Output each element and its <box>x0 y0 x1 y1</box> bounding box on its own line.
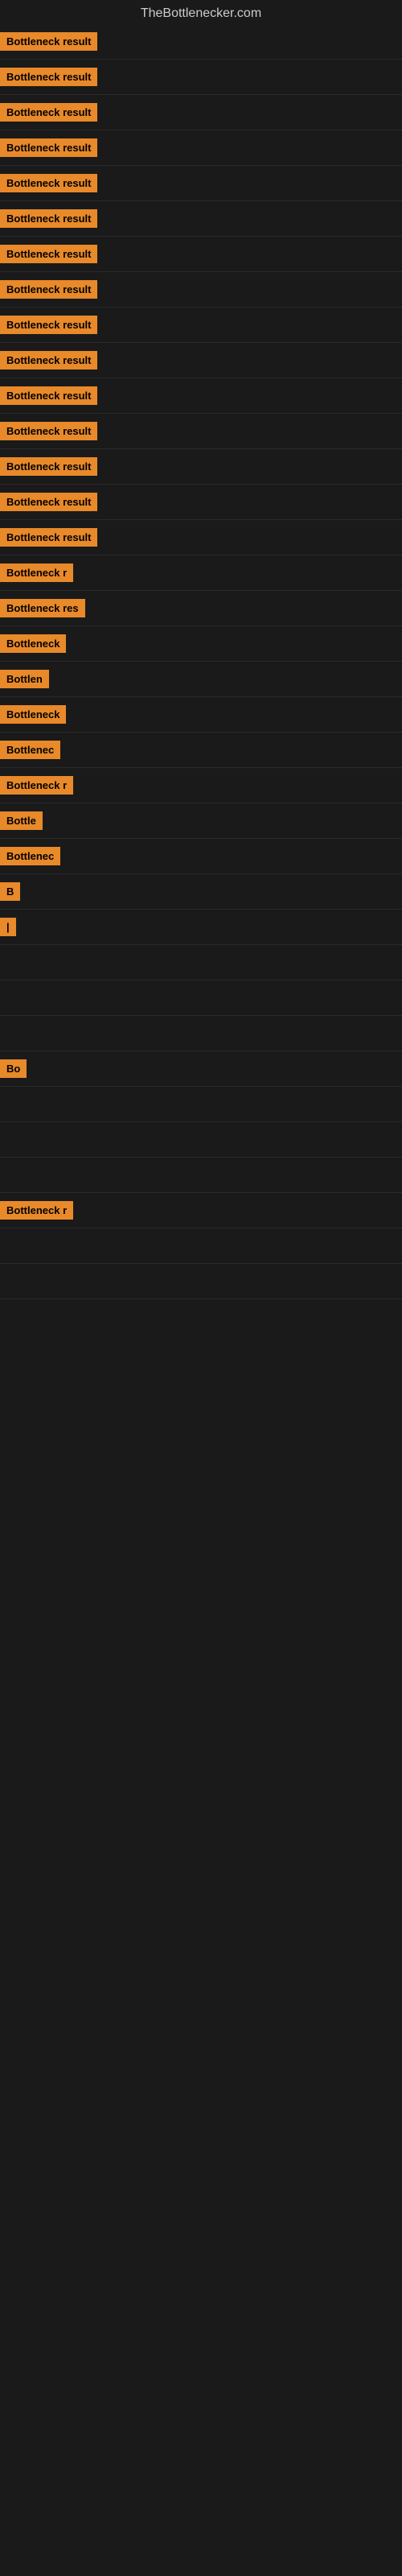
list-item: Bottlen <box>0 662 402 697</box>
bottleneck-label[interactable]: B <box>0 882 20 901</box>
list-item: Bottlenec <box>0 733 402 768</box>
bottleneck-label[interactable]: Bottleneck result <box>0 209 97 228</box>
list-item: Bottleneck result <box>0 520 402 555</box>
bottleneck-label[interactable]: Bottleneck res <box>0 599 85 617</box>
site-title: TheBottlenecker.com <box>0 0 402 24</box>
list-item: Bottlenec <box>0 839 402 874</box>
list-item: Bottleneck r <box>0 1193 402 1228</box>
bottleneck-label[interactable]: Bottleneck result <box>0 351 97 369</box>
bottleneck-label[interactable]: | <box>0 918 16 936</box>
list-item: | <box>0 910 402 945</box>
list-item: Bottleneck res <box>0 591 402 626</box>
list-item: Bottleneck result <box>0 201 402 237</box>
bottleneck-label[interactable]: Bottleneck r <box>0 564 73 582</box>
items-list: Bottleneck result Bottleneck result Bottle… <box>0 24 402 1299</box>
bottleneck-label[interactable]: Bottleneck result <box>0 316 97 334</box>
bottleneck-label[interactable]: Bottleneck result <box>0 68 97 86</box>
list-item: Bottleneck result <box>0 237 402 272</box>
bottleneck-label[interactable]: Bottleneck result <box>0 245 97 263</box>
list-item <box>0 1264 402 1299</box>
list-item <box>0 1122 402 1158</box>
list-item: Bottleneck result <box>0 449 402 485</box>
list-item <box>0 945 402 980</box>
bottleneck-label[interactable]: Bottleneck result <box>0 103 97 122</box>
list-item <box>0 1158 402 1193</box>
bottleneck-label[interactable]: Bottle <box>0 811 43 830</box>
bottleneck-label[interactable]: Bottleneck result <box>0 528 97 547</box>
list-item: Bottleneck <box>0 626 402 662</box>
bottleneck-label[interactable]: Bottleneck <box>0 705 66 724</box>
bottleneck-label[interactable]: Bottleneck <box>0 634 66 653</box>
bottleneck-label[interactable]: Bottleneck r <box>0 1201 73 1220</box>
list-item: Bottleneck result <box>0 414 402 449</box>
list-item: Bottleneck result <box>0 272 402 308</box>
list-item: Bottleneck result <box>0 24 402 60</box>
list-item: Bottleneck result <box>0 343 402 378</box>
bottleneck-label[interactable]: Bottleneck result <box>0 280 97 299</box>
list-item: Bottleneck result <box>0 166 402 201</box>
bottleneck-label[interactable]: Bottlenec <box>0 847 60 865</box>
list-item: Bottleneck result <box>0 378 402 414</box>
list-item: Bo <box>0 1051 402 1087</box>
list-item: Bottleneck result <box>0 60 402 95</box>
list-item <box>0 980 402 1016</box>
bottleneck-label[interactable]: Bottlen <box>0 670 49 688</box>
list-item: Bottleneck <box>0 697 402 733</box>
list-item <box>0 1016 402 1051</box>
bottleneck-label[interactable]: Bottleneck r <box>0 776 73 795</box>
list-item <box>0 1087 402 1122</box>
list-item <box>0 1228 402 1264</box>
bottleneck-label[interactable]: Bottleneck result <box>0 32 97 51</box>
bottleneck-label[interactable]: Bottleneck result <box>0 457 97 476</box>
bottleneck-label[interactable]: Bottleneck result <box>0 386 97 405</box>
bottleneck-label[interactable]: Bottlenec <box>0 741 60 759</box>
list-item: Bottleneck r <box>0 768 402 803</box>
list-item: Bottleneck r <box>0 555 402 591</box>
list-item: Bottleneck result <box>0 95 402 130</box>
list-item: Bottle <box>0 803 402 839</box>
list-item: Bottleneck result <box>0 308 402 343</box>
site-title-container: TheBottlenecker.com <box>0 0 402 24</box>
list-item: Bottleneck result <box>0 130 402 166</box>
bottleneck-label[interactable]: Bo <box>0 1059 27 1078</box>
list-item: B <box>0 874 402 910</box>
bottleneck-label[interactable]: Bottleneck result <box>0 138 97 157</box>
bottleneck-label[interactable]: Bottleneck result <box>0 422 97 440</box>
bottleneck-label[interactable]: Bottleneck result <box>0 493 97 511</box>
bottleneck-label[interactable]: Bottleneck result <box>0 174 97 192</box>
list-item: Bottleneck result <box>0 485 402 520</box>
